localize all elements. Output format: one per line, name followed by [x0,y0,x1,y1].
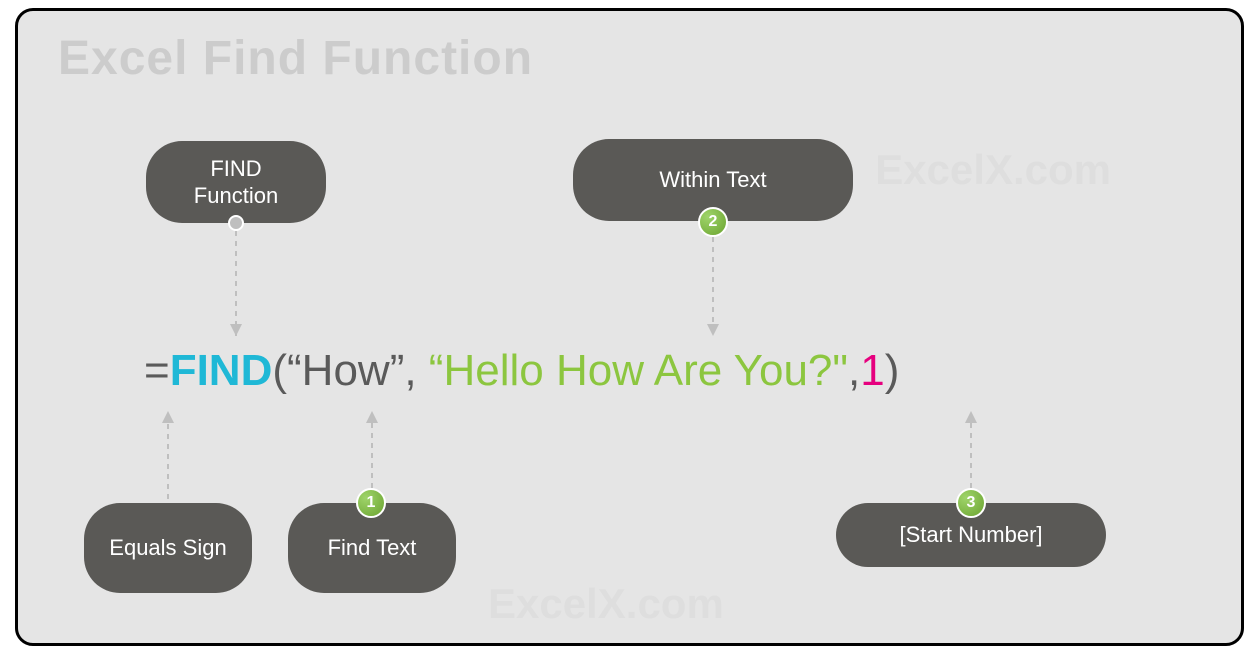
arg-find-text: “How” [287,346,404,395]
function-name: FIND [170,346,273,395]
watermark-bottom: ExcelX.com [488,580,724,628]
badge-1: 1 [356,488,386,518]
diagram-card: Excel Find Function ExcelX.com ExcelX.co… [15,8,1244,646]
formula-expression: =FIND(“How”, “Hello How Are You?",1) [144,346,899,396]
arg-within-text: “Hello How Are You?" [429,346,848,395]
arg-start-number: 1 [860,346,884,395]
badge-2: 2 [698,207,728,237]
label-find-function: FIND Function [146,141,326,223]
badge-3: 3 [956,488,986,518]
watermark-top: ExcelX.com [875,146,1111,194]
equals-sign: = [144,346,170,395]
comma-1: , [404,346,428,395]
comma-2: , [848,346,860,395]
label-equals-sign: Equals Sign [84,503,252,593]
page-title: Excel Find Function [58,31,533,86]
close-paren: ) [885,346,900,395]
open-paren: ( [272,346,287,395]
connector-dot [228,215,244,231]
